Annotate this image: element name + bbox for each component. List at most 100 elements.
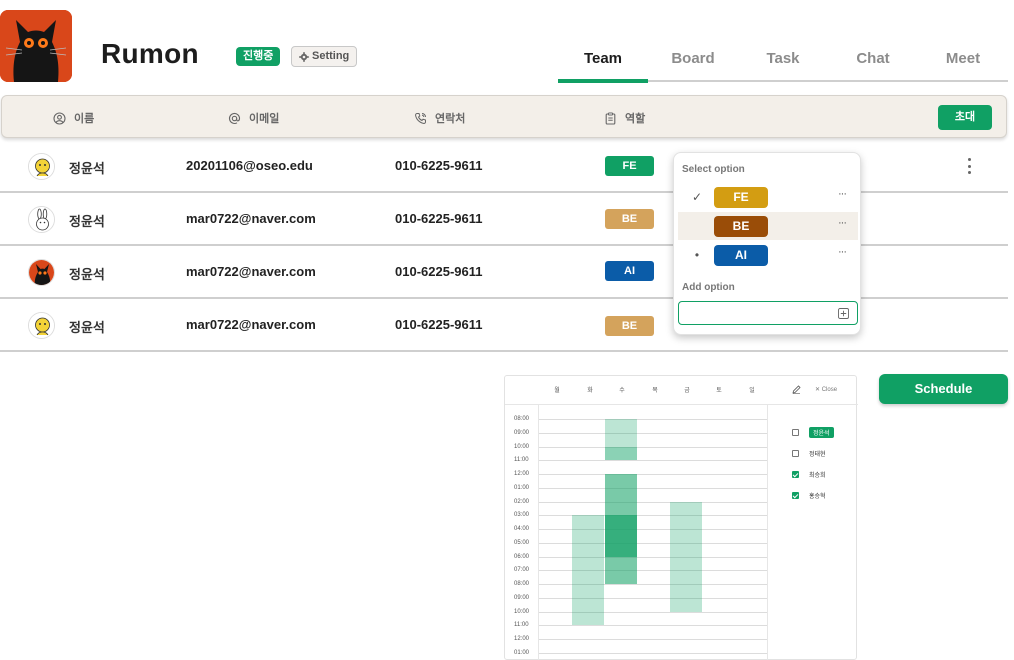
day-label: 수 xyxy=(619,388,625,394)
close-label: Close xyxy=(821,387,838,393)
time-label: 04:00 xyxy=(514,526,530,532)
bullet-icon: • xyxy=(694,248,700,262)
at-icon xyxy=(228,112,241,124)
schedule-panel: 월 화 수 목 금 토 일 ✕ Close 08:00 09:00 10:00 11:… xyxy=(504,375,858,660)
clipboard-icon xyxy=(605,112,616,125)
member-name: 정윤석 xyxy=(69,267,105,282)
role-badge[interactable]: BE xyxy=(605,316,654,336)
availability-block[interactable] xyxy=(605,515,637,557)
time-label: 12:00 xyxy=(514,471,530,477)
role-badge[interactable]: BE xyxy=(605,209,654,229)
column-label: 역할 xyxy=(625,113,646,125)
more-icon[interactable]: ··· xyxy=(838,217,847,229)
checkbox-checked[interactable] xyxy=(792,471,799,478)
schedule-button[interactable]: Schedule xyxy=(879,374,1008,404)
member-email: 20201106@oseo.edu xyxy=(186,158,313,173)
column-role: 역할 xyxy=(604,110,645,126)
member-filter-name: 정윤석 xyxy=(809,427,834,438)
avatar xyxy=(28,259,55,286)
phone-icon xyxy=(415,112,426,124)
member-filter[interactable]: 최승희 xyxy=(792,469,826,480)
availability-block[interactable] xyxy=(605,419,637,461)
time-label: 09:00 xyxy=(514,429,530,436)
grid-line xyxy=(539,419,767,420)
option-fe[interactable]: ✓ FE ··· xyxy=(678,183,858,211)
invite-button[interactable]: 초대 xyxy=(938,105,992,130)
status-badge: 진행중 xyxy=(236,47,281,66)
close-icon: ✕ xyxy=(815,387,822,393)
add-square-icon[interactable] xyxy=(838,308,849,319)
nav-tabs: Team Board Task Chat Meet xyxy=(558,50,1008,67)
column-email: 이메일 xyxy=(228,110,279,126)
more-options-icon[interactable] xyxy=(965,158,973,174)
role-badge[interactable]: AI xyxy=(605,261,654,281)
checkbox-checked[interactable] xyxy=(792,492,799,499)
option-chip: AI xyxy=(714,245,768,266)
gear-icon xyxy=(299,51,309,62)
time-label: 10:00 xyxy=(514,608,530,615)
grid-line xyxy=(539,501,767,503)
checkbox[interactable] xyxy=(792,429,799,436)
divider xyxy=(538,405,539,660)
tab-chat[interactable]: Chat xyxy=(828,50,918,67)
time-label: 09:00 xyxy=(514,594,530,601)
day-label: 토 xyxy=(716,388,722,394)
column-label: 연락처 xyxy=(435,113,466,125)
setting-button[interactable]: Setting xyxy=(291,46,358,67)
black-cat-icon xyxy=(29,260,54,285)
member-table-header: 이름 이메일 연락처 역할 초대 xyxy=(1,95,1007,138)
member-name: 정윤석 xyxy=(69,320,105,335)
pencil-icon[interactable] xyxy=(792,385,801,394)
column-name: 이름 xyxy=(53,110,94,126)
tab-board[interactable]: Board xyxy=(648,50,738,67)
column-phone: 연락처 xyxy=(414,110,465,126)
grid-line xyxy=(539,460,767,462)
tab-team[interactable]: Team xyxy=(558,50,648,67)
member-filter[interactable]: 정태현 xyxy=(792,448,826,459)
dropdown-title: Select option xyxy=(682,164,745,175)
option-be[interactable]: BE ··· xyxy=(678,212,858,240)
member-filter[interactable]: 정윤석 xyxy=(792,427,834,438)
time-label: 07:00 xyxy=(514,567,530,574)
role-select-dropdown: Select option ✓ FE ··· BE ··· • AI ··· A… xyxy=(673,152,861,335)
time-label: 06:00 xyxy=(514,553,530,560)
time-label: 08:00 xyxy=(514,416,530,422)
grid-line xyxy=(539,487,767,489)
time-label: 01:00 xyxy=(514,484,530,491)
project-logo xyxy=(0,10,72,82)
time-label: 01:00 xyxy=(514,649,530,656)
more-icon[interactable]: ··· xyxy=(838,246,847,258)
option-ai[interactable]: • AI ··· xyxy=(678,241,858,269)
availability-block[interactable] xyxy=(572,515,604,626)
add-option-input[interactable] xyxy=(678,301,858,325)
time-label: 11:00 xyxy=(514,457,529,464)
avatar xyxy=(28,206,55,233)
time-label: 03:00 xyxy=(514,512,530,519)
add-option-label: Add option xyxy=(682,282,735,293)
availability-block[interactable] xyxy=(605,474,637,516)
time-label: 11:00 xyxy=(514,622,529,629)
member-filter[interactable]: 홍승혁 xyxy=(792,490,826,501)
avatar xyxy=(28,153,55,180)
more-icon[interactable]: ··· xyxy=(838,188,847,200)
member-email: mar0722@naver.com xyxy=(186,211,316,226)
time-label: 05:00 xyxy=(514,539,530,546)
setting-label: Setting xyxy=(312,50,350,62)
black-cat-icon xyxy=(0,10,72,82)
availability-block[interactable] xyxy=(670,501,702,612)
user-circle-icon xyxy=(53,111,66,125)
project-title: Rumon xyxy=(101,38,199,69)
grid-line xyxy=(539,625,767,627)
close-button[interactable]: ✕ Close xyxy=(815,386,837,393)
member-email: mar0722@naver.com xyxy=(186,264,316,279)
tab-task[interactable]: Task xyxy=(738,50,828,67)
grid-line xyxy=(539,446,767,448)
checkbox[interactable] xyxy=(792,450,799,457)
tab-meet[interactable]: Meet xyxy=(918,50,1008,67)
time-label: 08:00 xyxy=(514,581,530,587)
availability-block[interactable] xyxy=(605,556,637,584)
time-label: 10:00 xyxy=(514,443,530,450)
role-badge[interactable]: FE xyxy=(605,156,654,176)
option-chip: FE xyxy=(714,187,768,208)
option-chip: BE xyxy=(714,216,768,237)
